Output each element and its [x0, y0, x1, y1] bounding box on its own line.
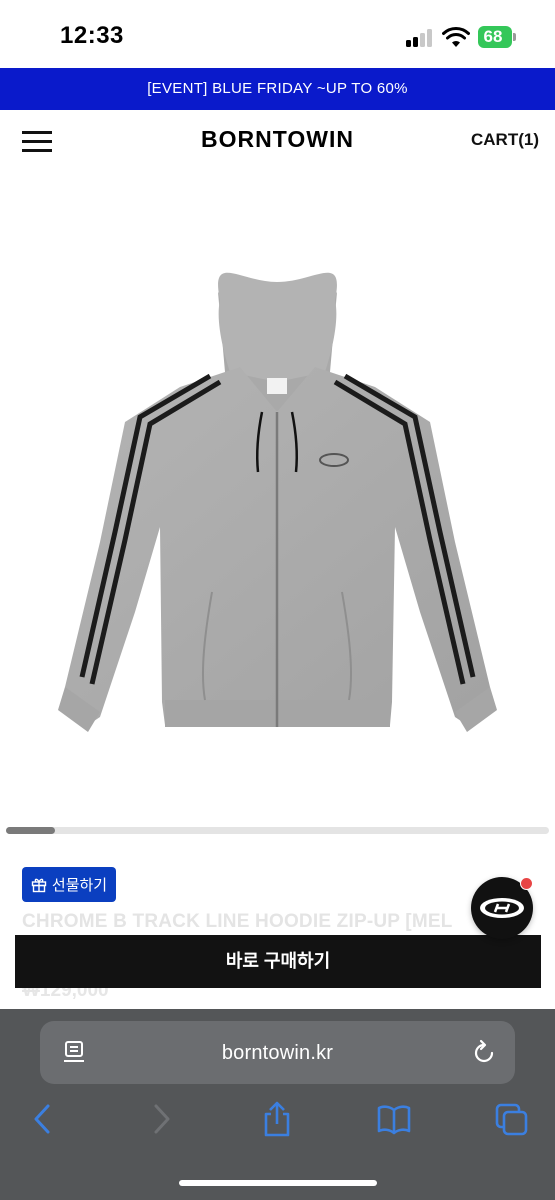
address-bar[interactable]: borntowin.kr	[40, 1021, 515, 1084]
event-banner[interactable]: [EVENT] BLUE FRIDAY ~UP TO 60%	[0, 68, 555, 110]
address-url[interactable]: borntowin.kr	[40, 1042, 515, 1065]
buy-now-button[interactable]: 바로 구매하기	[15, 935, 541, 988]
back-icon[interactable]	[24, 1100, 60, 1138]
carousel-progress-thumb	[6, 827, 55, 834]
gift-icon	[31, 878, 47, 892]
image-carousel-progress[interactable]	[6, 827, 549, 834]
battery-level: 68	[483, 27, 503, 46]
product-image[interactable]	[0, 172, 555, 820]
cellular-signal-icon	[406, 29, 434, 47]
bookmarks-icon[interactable]	[376, 1100, 412, 1138]
forward-icon[interactable]	[144, 1100, 180, 1138]
battery-indicator: 68	[478, 26, 516, 48]
tabs-icon[interactable]	[494, 1100, 530, 1138]
product-name: CHROME B TRACK LINE HOODIE ZIP-UP [MEL	[22, 911, 453, 932]
home-indicator	[179, 1180, 377, 1186]
status-time: 12:33	[60, 22, 124, 49]
notification-dot	[520, 877, 533, 890]
cart-link[interactable]: CART(1)	[471, 130, 539, 150]
share-icon[interactable]	[259, 1100, 295, 1138]
status-bar: 12:33 68	[0, 0, 555, 68]
gift-button[interactable]: 선물하기	[22, 867, 116, 902]
gift-button-label: 선물하기	[51, 877, 108, 894]
brand-name[interactable]: BORNTOWIN	[201, 126, 354, 152]
site-header: BORNTOWIN CART(1)	[0, 110, 555, 172]
reload-icon[interactable]	[470, 1039, 498, 1067]
wifi-icon	[442, 26, 470, 47]
hoodie-illustration	[58, 272, 497, 732]
reader-icon[interactable]	[62, 1040, 88, 1066]
menu-icon[interactable]	[22, 128, 52, 154]
